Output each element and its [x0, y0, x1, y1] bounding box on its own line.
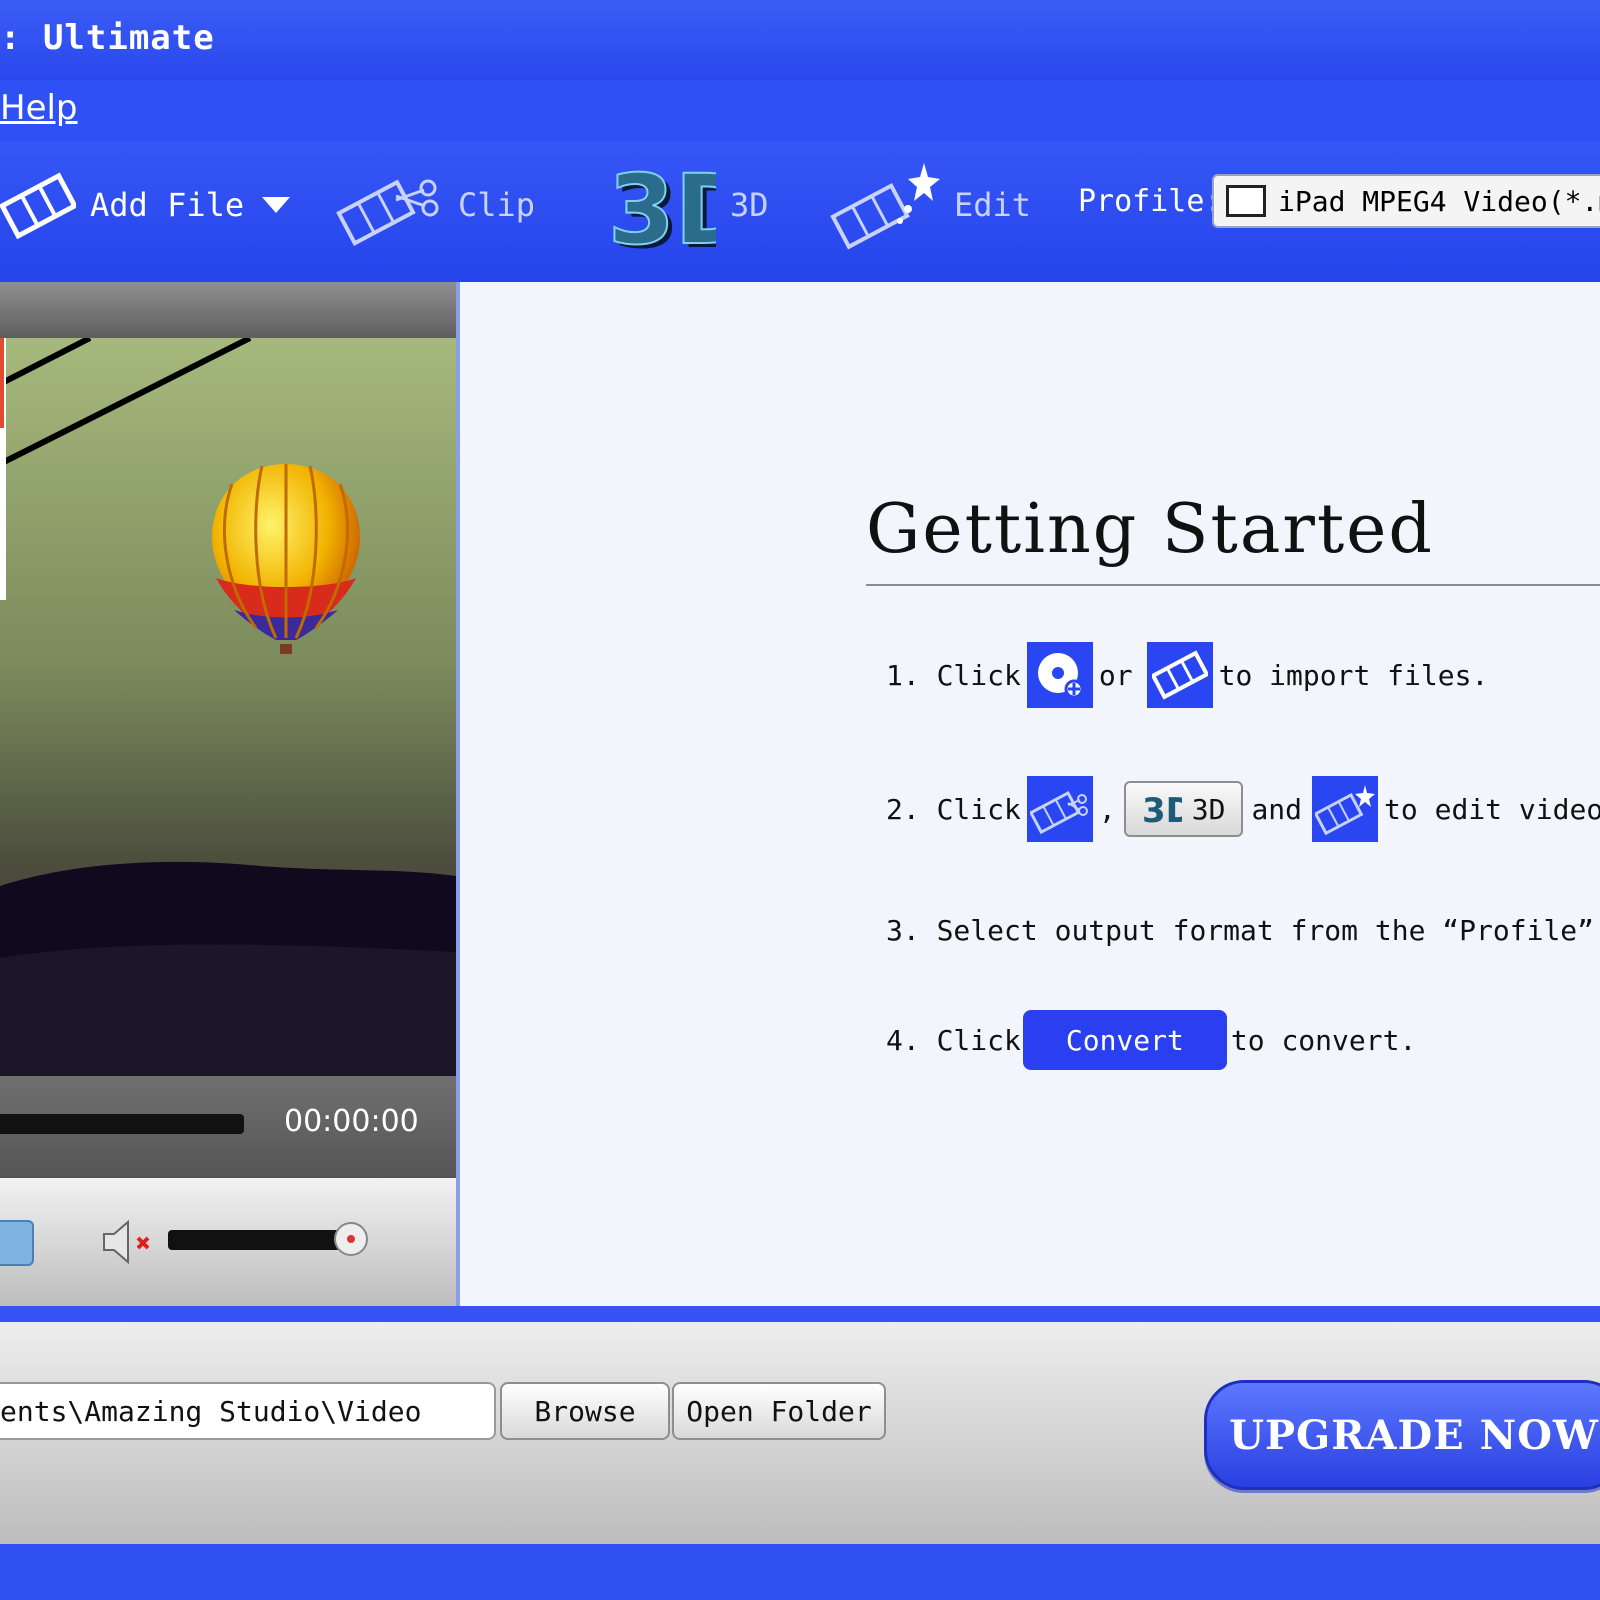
step-text: Click [936, 658, 1021, 692]
clip-scissors-icon [1026, 776, 1093, 842]
clip-label: Clip [458, 186, 536, 224]
edit-magic-icon [830, 163, 940, 250]
menu-item-help[interactable]: Help [0, 88, 78, 128]
3d-logo-icon: 3D [1142, 791, 1182, 828]
step-1: 1. Click or to import files. [886, 642, 1488, 708]
step-text: and [1251, 792, 1303, 826]
clip-scissors-icon [336, 179, 439, 246]
app-title: : Ultimate [0, 18, 215, 58]
svg-text:3D: 3D [608, 154, 716, 257]
step-2: 2. Click , 3D 3D and to edit video [886, 776, 1600, 842]
3d-logo-icon: 3D 3D 3D [607, 153, 716, 257]
output-path-field[interactable]: ents\Amazing Studio\Video [0, 1382, 496, 1440]
open-folder-button[interactable]: Open Folder [672, 1382, 886, 1440]
3d-mini-button: 3D 3D [1123, 781, 1244, 837]
svg-text:3D: 3D [1142, 791, 1182, 828]
chevron-down-icon[interactable] [258, 193, 294, 217]
volume-slider[interactable] [168, 1230, 350, 1250]
step-text: 3D [1191, 792, 1226, 826]
title-bar [0, 0, 1600, 80]
browse-button[interactable]: Browse [500, 1382, 670, 1440]
step-text: Click [936, 1023, 1021, 1057]
menu-bar [0, 80, 1600, 142]
step-4: 4. Click Convert to convert. [886, 1010, 1416, 1070]
step-3: 3. Select output format from the “Profil… [886, 914, 1600, 947]
film-strip-icon [0, 172, 76, 240]
profile-value: iPad MPEG4 Video(*.mp [1278, 184, 1600, 218]
getting-started-title: Getting Started [866, 490, 1434, 569]
add-file-label: Add File [90, 186, 245, 224]
edit-magic-icon [1312, 776, 1379, 842]
add-file-button[interactable]: Add File [0, 150, 294, 260]
step-text: , [1098, 792, 1116, 826]
seek-slider[interactable] [0, 1114, 244, 1134]
mute-icon[interactable] [100, 1218, 156, 1266]
film-strip-icon [1146, 642, 1213, 708]
profile-dropdown[interactable]: iPad MPEG4 Video(*.mp [1212, 174, 1600, 228]
step-text: to convert. [1230, 1023, 1417, 1057]
status-bar [0, 1544, 1600, 1600]
step-number: 2. [886, 792, 920, 826]
step-text: or [1098, 658, 1133, 692]
edit-label: Edit [954, 186, 1032, 224]
video-preview [0, 338, 456, 1076]
edit-button[interactable]: Edit [828, 150, 1031, 260]
step-number: 3. [886, 914, 920, 947]
bottom-divider [0, 1306, 1600, 1322]
title-divider [866, 584, 1600, 586]
step-text: Click [936, 792, 1021, 826]
step-text: Select output format from the “Profile” … [936, 914, 1600, 947]
balloon-scene [0, 338, 456, 1076]
snapshot-button[interactable] [0, 1220, 34, 1266]
volume-knob[interactable] [334, 1222, 368, 1256]
3d-label: 3D [730, 186, 769, 224]
disc-add-icon [1026, 642, 1093, 708]
playback-time: 00:00:00 [284, 1104, 419, 1139]
step-number: 4. [886, 1023, 920, 1057]
clip-button[interactable]: Clip [334, 150, 535, 260]
step-text: to edit video [1384, 792, 1600, 826]
device-icon [1226, 185, 1266, 217]
convert-hint-button: Convert [1022, 1010, 1227, 1070]
step-number: 1. [886, 658, 920, 692]
3d-button[interactable]: 3D 3D 3D 3D [600, 150, 769, 260]
profile-label: Profile: [1078, 184, 1223, 219]
upgrade-now-button[interactable]: UPGRADE NOW [1204, 1380, 1600, 1490]
preview-header [0, 282, 456, 338]
step-text: to import files. [1218, 658, 1489, 692]
